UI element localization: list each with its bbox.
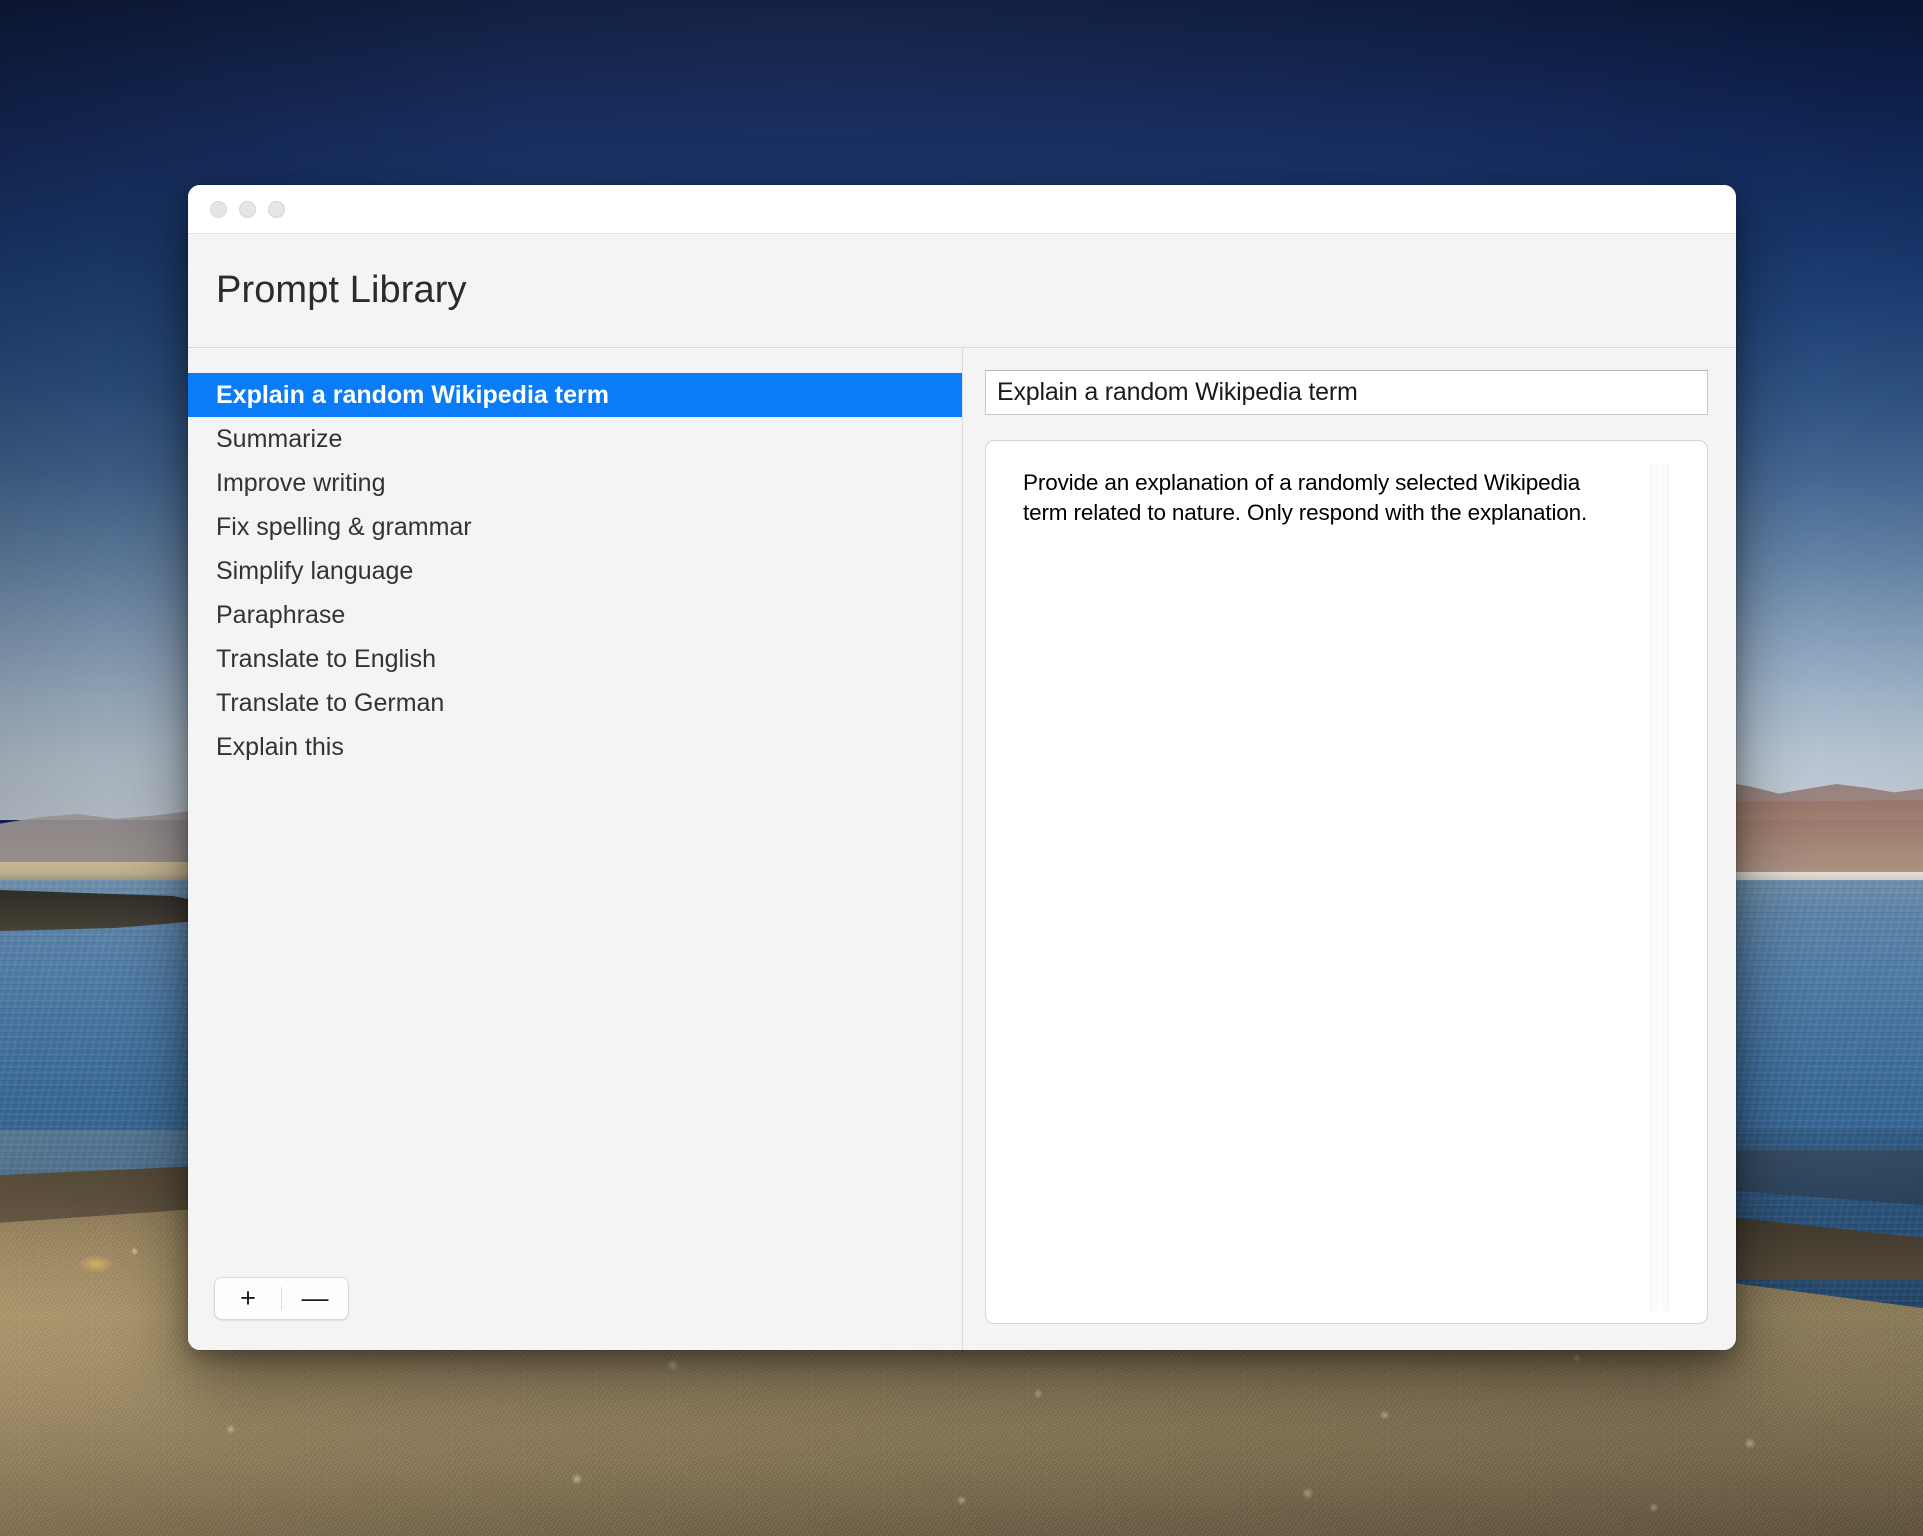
list-item[interactable]: Translate to English <box>188 637 962 681</box>
list-item[interactable]: Paraphrase <box>188 593 962 637</box>
list-item[interactable]: Fix spelling & grammar <box>188 505 962 549</box>
add-prompt-button[interactable]: + <box>215 1278 281 1319</box>
window-body: Explain a random Wikipedia term Summariz… <box>188 348 1736 1350</box>
prompt-sidebar: Explain a random Wikipedia term Summariz… <box>188 348 963 1350</box>
prompt-library-window: Prompt Library Explain a random Wikipedi… <box>188 185 1736 1350</box>
list-item[interactable]: Summarize <box>188 417 962 461</box>
minus-icon: — <box>301 1283 329 1313</box>
window-header: Prompt Library <box>188 233 1736 348</box>
prompt-item-label: Translate to German <box>216 688 445 717</box>
page-title: Prompt Library <box>216 269 467 311</box>
prompt-title-input[interactable]: Explain a random Wikipedia term <box>985 370 1708 415</box>
list-item[interactable]: Simplify language <box>188 549 962 593</box>
minimize-button-icon[interactable] <box>239 200 256 218</box>
prompt-item-label: Explain a random Wikipedia term <box>216 380 609 409</box>
prompt-list: Explain a random Wikipedia term Summariz… <box>188 348 962 1277</box>
prompt-item-label: Simplify language <box>216 556 414 585</box>
prompt-item-label: Explain this <box>216 732 344 761</box>
list-item[interactable]: Translate to German <box>188 681 962 725</box>
close-button-icon[interactable] <box>210 200 227 218</box>
sidebar-toolbar: + — <box>188 1277 962 1350</box>
add-remove-segmented-control: + — <box>214 1277 349 1320</box>
prompt-body-text: Provide an explanation of a randomly sel… <box>1023 470 1588 525</box>
prompt-body-scrollbar-thumb[interactable] <box>1657 463 1662 1311</box>
remove-prompt-button[interactable]: — <box>282 1278 348 1319</box>
list-item[interactable]: Explain this <box>188 725 962 769</box>
prompt-item-label: Paraphrase <box>216 600 346 629</box>
window-titlebar <box>188 185 1736 233</box>
prompt-body-textarea[interactable]: Provide an explanation of a randomly sel… <box>985 440 1708 1324</box>
prompt-item-label: Translate to English <box>216 644 437 673</box>
list-item[interactable]: Improve writing <box>188 461 962 505</box>
zoom-button-icon[interactable] <box>268 200 285 218</box>
plus-icon: + <box>240 1283 256 1313</box>
prompt-item-label: Fix spelling & grammar <box>216 512 472 541</box>
list-item[interactable]: Explain a random Wikipedia term <box>188 373 962 417</box>
prompt-item-label: Summarize <box>216 424 343 453</box>
prompt-item-label: Improve writing <box>216 468 386 497</box>
prompt-detail-panel: Explain a random Wikipedia term Provide … <box>963 348 1736 1350</box>
prompt-body-scrollbar[interactable] <box>1650 463 1669 1311</box>
